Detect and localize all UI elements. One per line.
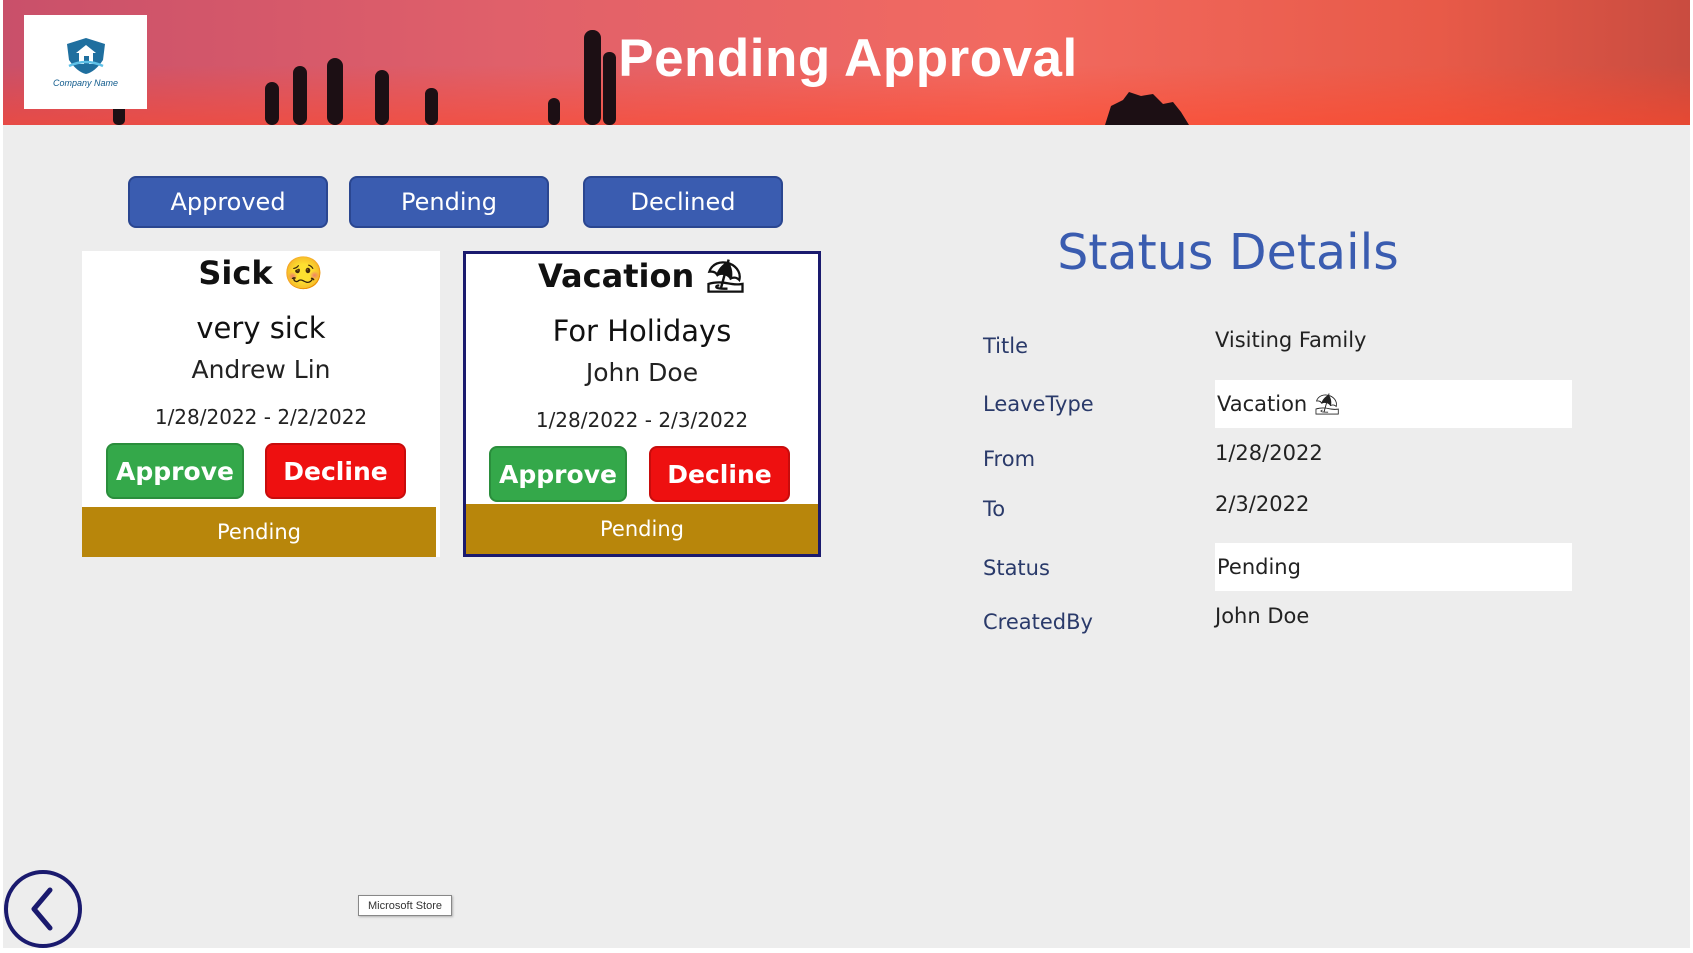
decline-button[interactable]: Decline	[649, 446, 790, 502]
card-requester-name: John Doe	[585, 358, 699, 387]
approve-button[interactable]: Approve	[489, 446, 627, 502]
status-badge: Pending	[82, 507, 436, 557]
company-logo: Company Name	[24, 15, 147, 109]
detail-value-status: Pending	[1215, 543, 1572, 591]
filter-pending-button[interactable]: Pending	[349, 176, 549, 228]
header-banner: Company Name Pending Approval	[3, 0, 1690, 125]
detail-label-title: Title	[983, 334, 1029, 358]
detail-label-from: From	[983, 447, 1036, 471]
detail-label-leavetype: LeaveType	[983, 392, 1094, 416]
detail-value-leavetype: Vacation ⛱	[1215, 380, 1572, 428]
detail-label-createdby: CreatedBy	[983, 610, 1093, 634]
decline-button[interactable]: Decline	[265, 443, 406, 499]
page-title: Pending Approval	[618, 29, 1078, 88]
house-shield-icon	[66, 38, 105, 74]
app-canvas: Company Name Pending Approval Approved P…	[3, 0, 1690, 948]
card-leave-type: Sick 🥴	[198, 254, 324, 292]
card-date-range: 1/28/2022 - 2/2/2022	[154, 405, 368, 429]
detail-label-to: To	[983, 497, 1006, 521]
card-date-range: 1/28/2022 - 2/3/2022	[535, 408, 749, 432]
approve-button[interactable]: Approve	[106, 443, 244, 499]
detail-value-createdby: John Doe	[1215, 604, 1310, 628]
logo-text: Company Name	[52, 78, 119, 88]
detail-label-status: Status	[983, 556, 1050, 580]
chevron-left-icon	[31, 887, 53, 931]
filter-approved-button[interactable]: Approved	[128, 176, 328, 228]
card-title: very sick	[196, 311, 326, 345]
store-tooltip: Microsoft Store	[358, 895, 452, 916]
detail-value-to: 2/3/2022	[1215, 492, 1310, 516]
detail-value-title: Visiting Family	[1215, 328, 1367, 352]
filter-declined-button[interactable]: Declined	[583, 176, 783, 228]
card-leave-type: Vacation ⛱	[538, 257, 746, 295]
card-requester-name: Andrew Lin	[191, 355, 331, 384]
status-badge: Pending	[466, 504, 818, 554]
detail-value-from: 1/28/2022	[1215, 441, 1323, 465]
leave-request-card[interactable]: Vacation ⛱ For Holidays John Doe 1/28/20…	[463, 251, 821, 557]
card-title: For Holidays	[552, 314, 732, 348]
details-heading: Status Details	[1057, 224, 1399, 281]
back-button[interactable]	[4, 870, 82, 948]
leave-request-card[interactable]: Sick 🥴 very sick Andrew Lin 1/28/2022 - …	[82, 251, 440, 557]
